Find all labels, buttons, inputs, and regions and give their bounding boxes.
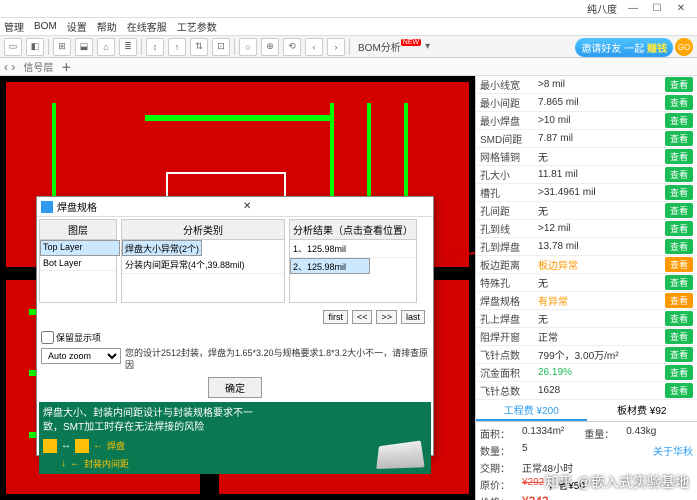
keep-display-checkbox[interactable]: 保留显示项: [41, 331, 101, 344]
check-row: 孔到焊盘13.78 mil查看: [476, 238, 697, 256]
dialog-icon: [41, 201, 53, 213]
view-button[interactable]: 查看: [665, 149, 693, 164]
invite-banner[interactable]: 邀请好友 一起 赚钱 GO: [575, 36, 693, 58]
view-button[interactable]: 查看: [665, 167, 693, 182]
bom-analysis[interactable]: BOM分析: [358, 39, 401, 54]
close-button[interactable]: ✕: [669, 1, 693, 17]
menu-help[interactable]: 帮助: [97, 19, 117, 34]
go-icon: GO: [675, 38, 693, 56]
menu-manage[interactable]: 管理: [4, 19, 24, 34]
check-row: 孔大小11.81 mil查看: [476, 166, 697, 184]
tool-2[interactable]: ◧: [26, 38, 44, 56]
view-button[interactable]: 查看: [665, 311, 693, 326]
tool-9[interactable]: ⇅: [190, 38, 208, 56]
new-badge: NEW: [401, 39, 421, 46]
pad-icon: [75, 439, 89, 453]
check-panel: 最小线宽>8 mil查看最小间距7.865 mil查看最小焊盘>10 mil查看…: [475, 76, 697, 500]
view-button[interactable]: 查看: [665, 77, 693, 92]
tool-5[interactable]: ⌂: [97, 38, 115, 56]
menu-process[interactable]: 工艺参数: [177, 19, 217, 34]
check-row: 阻焊开窗正常查看: [476, 328, 697, 346]
check-row: 板边距离板边异常查看: [476, 256, 697, 274]
tool-1[interactable]: ▭: [4, 38, 22, 56]
tool-14[interactable]: ‹: [305, 38, 323, 56]
check-row: 孔间距无查看: [476, 202, 697, 220]
dialog-close[interactable]: ✕: [239, 201, 429, 212]
tool-12[interactable]: ⊕: [261, 38, 279, 56]
view-button[interactable]: 查看: [665, 221, 693, 236]
check-row: 沉金面积26.19%查看: [476, 364, 697, 382]
check-row: 飞针点数799个，3.00万/m²查看: [476, 346, 697, 364]
view-button[interactable]: 查看: [665, 275, 693, 290]
tool-13[interactable]: ⟲: [283, 38, 301, 56]
view-button[interactable]: 查看: [665, 365, 693, 380]
check-row: 孔上焊盘无查看: [476, 310, 697, 328]
watermark: 知乎 @嵌入式实验基地: [545, 472, 689, 492]
tab-material[interactable]: 板材费 ¥92: [587, 400, 697, 421]
username: 纯八度: [587, 1, 617, 16]
view-button[interactable]: 查看: [665, 347, 693, 362]
tool-10[interactable]: ⊡: [212, 38, 230, 56]
advice-text: 您的设计2512封装，焊盘为1.65*3.20与规格要求1.8*3.2大小不一，…: [125, 348, 429, 371]
view-button[interactable]: 查看: [665, 131, 693, 146]
pad-icon: [43, 439, 57, 453]
maximize-button[interactable]: ☐: [645, 1, 669, 17]
add-tab[interactable]: ＋: [61, 59, 71, 74]
menu-settings[interactable]: 设置: [67, 19, 87, 34]
view-button[interactable]: 查看: [665, 239, 693, 254]
view-button[interactable]: 查看: [665, 185, 693, 200]
first-button[interactable]: first: [323, 310, 348, 324]
last-button[interactable]: last: [401, 310, 425, 324]
layer-bot[interactable]: Bot Layer: [40, 256, 116, 271]
warning-banner: 焊盘大小、封装内间距设计与封装规格要求不一致，SMT加工时存在无法焊接的风险 ↔…: [39, 402, 431, 474]
menubar: 管理 BOM 设置 帮助 在线客服 工艺参数: [0, 18, 697, 36]
about-link[interactable]: 关于华秋: [653, 443, 693, 458]
ok-button[interactable]: 确定: [208, 377, 262, 398]
check-row: 最小线宽>8 mil查看: [476, 76, 697, 94]
dialog-title: 焊盘规格: [57, 199, 239, 214]
check-row: 孔到线>12 mil查看: [476, 220, 697, 238]
tool-15[interactable]: ›: [327, 38, 345, 56]
menu-support[interactable]: 在线客服: [127, 19, 167, 34]
pad-spec-dialog: 焊盘规格 ✕ 图层 Top Layer Bot Layer 分析类别 焊盘大小异…: [36, 196, 434, 456]
view-button[interactable]: 查看: [665, 293, 693, 308]
check-row: 最小间距7.865 mil查看: [476, 94, 697, 112]
tool-8[interactable]: ↑: [168, 38, 186, 56]
next-button[interactable]: >>: [376, 310, 397, 324]
view-button[interactable]: 查看: [665, 383, 693, 398]
minimize-button[interactable]: —: [621, 1, 645, 17]
cat-gap[interactable]: 分装内间距异常(4个,39.88mil): [122, 256, 284, 274]
prev-button[interactable]: <<: [352, 310, 373, 324]
menu-bom[interactable]: BOM: [34, 21, 57, 32]
zoom-select[interactable]: Auto zoom: [41, 348, 121, 364]
tool-11[interactable]: ○: [239, 38, 257, 56]
cat-size[interactable]: 焊盘大小异常(2个): [122, 240, 202, 256]
layer-top[interactable]: Top Layer: [40, 240, 120, 256]
check-row: SMD间距7.87 mil查看: [476, 130, 697, 148]
view-button[interactable]: 查看: [665, 203, 693, 218]
layer-tab[interactable]: 信号层: [23, 59, 53, 74]
check-row: 特殊孔无查看: [476, 274, 697, 292]
check-row: 焊盘规格有异常查看: [476, 292, 697, 310]
capacitor-3d-icon: [376, 441, 424, 470]
check-row: 飞针总数1628查看: [476, 382, 697, 400]
result-1[interactable]: 1、125.98mil: [290, 240, 416, 258]
tool-4[interactable]: ⬓: [75, 38, 93, 56]
tab-engineering[interactable]: 工程费 ¥200: [476, 400, 587, 421]
view-button[interactable]: 查看: [665, 257, 693, 272]
view-button[interactable]: 查看: [665, 113, 693, 128]
result-2[interactable]: 2、125.98mil: [290, 258, 370, 274]
tool-3[interactable]: ⊞: [53, 38, 71, 56]
subbar: ‹ › 信号层 ＋: [0, 58, 697, 76]
cost-tabs: 工程费 ¥200 板材费 ¥92: [476, 400, 697, 422]
check-row: 最小焊盘>10 mil查看: [476, 112, 697, 130]
check-row: 槽孔>31.4961 mil查看: [476, 184, 697, 202]
check-row: 网格铺铜无查看: [476, 148, 697, 166]
tool-6[interactable]: ≣: [119, 38, 137, 56]
tool-7[interactable]: ↕: [146, 38, 164, 56]
titlebar: 纯八度 — ☐ ✕: [0, 0, 697, 18]
view-button[interactable]: 查看: [665, 329, 693, 344]
view-button[interactable]: 查看: [665, 95, 693, 110]
